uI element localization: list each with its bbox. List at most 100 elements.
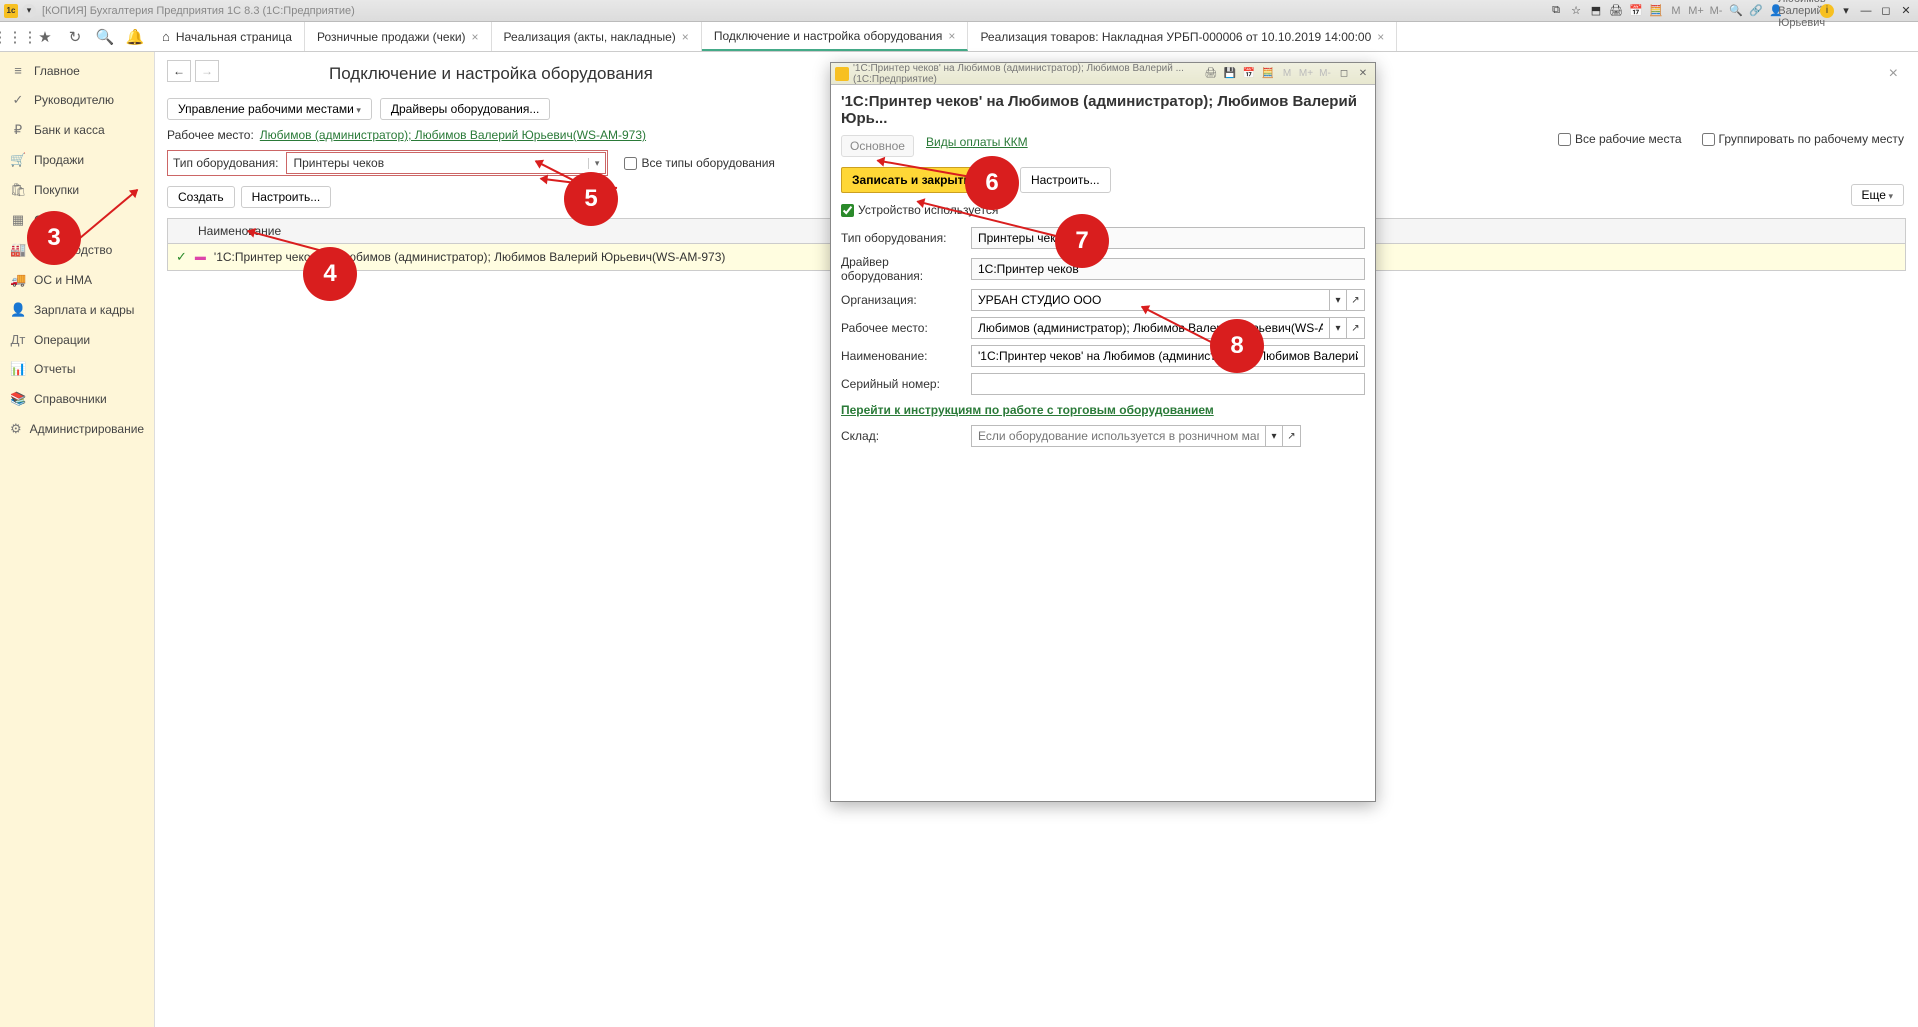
save-icon[interactable]: 💾	[1222, 67, 1238, 81]
drivers-button[interactable]: Драйверы оборудования...	[380, 98, 551, 120]
workplace-label: Рабочее место:	[167, 128, 254, 142]
serial-input[interactable]	[971, 373, 1365, 395]
close-icon[interactable]: ✕	[1355, 67, 1371, 81]
name-input[interactable]	[971, 345, 1365, 367]
dropdown-icon[interactable]: ▾	[1265, 425, 1283, 447]
warehouse-input[interactable]	[971, 425, 1265, 447]
tab-home[interactable]: ⌂ Начальная страница	[150, 22, 305, 51]
more-button[interactable]: Еще	[1851, 184, 1904, 206]
tab-main[interactable]: Основное	[841, 135, 914, 157]
sidebar-item-references[interactable]: 📚 Справочники	[0, 384, 154, 414]
driver-input[interactable]	[971, 258, 1365, 280]
print-icon[interactable]: 🖨	[1203, 67, 1219, 81]
main-toolbar: ⋮⋮⋮ ★ ↻ 🔍 🔔 ⌂ Начальная страница Розничн…	[0, 22, 1918, 52]
m-plus-label[interactable]: M+	[1688, 3, 1704, 19]
dropdown-icon[interactable]: ▾	[22, 4, 36, 18]
history-icon[interactable]: ↻	[60, 22, 90, 51]
star-icon[interactable]: ★	[30, 22, 60, 51]
dialog-titlebar[interactable]: '1С:Принтер чеков' на Любимов (администр…	[831, 63, 1375, 85]
gear-icon: ⚙	[10, 421, 22, 437]
dropdown-icon[interactable]: ▾	[1838, 3, 1854, 19]
tab-retail[interactable]: Розничные продажи (чеки) ×	[305, 22, 492, 51]
page-close-icon[interactable]: ×	[1889, 65, 1906, 83]
m-plus-icon[interactable]: M+	[1298, 67, 1314, 81]
all-types-checkbox[interactable]: Все типы оборудования	[624, 156, 774, 170]
workplace-input[interactable]	[971, 317, 1329, 339]
callout-3: 3	[27, 211, 81, 265]
info-icon[interactable]: i	[1820, 4, 1834, 18]
group-checkbox[interactable]: Группировать по рабочему месту	[1702, 132, 1904, 146]
calc-icon[interactable]: 🧮	[1648, 3, 1664, 19]
sidebar-item-label: Руководителю	[34, 93, 114, 107]
workplace-link[interactable]: Любимов (администратор); Любимов Валерий…	[260, 128, 646, 142]
app-title: [КОПИЯ] Бухгалтерия Предприятия 1С 8.3 (…	[42, 5, 1548, 17]
close-icon[interactable]: ×	[948, 29, 955, 43]
org-input[interactable]	[971, 289, 1329, 311]
maximize-icon[interactable]: ◻	[1878, 3, 1894, 19]
open-icon[interactable]: ↗	[1283, 425, 1301, 447]
callout-4: 4	[303, 247, 357, 301]
close-icon[interactable]: ×	[682, 30, 689, 44]
m-icon[interactable]: M	[1279, 67, 1295, 81]
instructions-link[interactable]: Перейти к инструкциям по работе с торгов…	[841, 403, 1365, 417]
warehouse-label: Склад:	[841, 429, 971, 443]
select-value: Принтеры чеков	[293, 156, 384, 170]
manage-workplaces-button[interactable]: Управление рабочими местами	[167, 98, 372, 120]
debit-icon: Дт	[10, 332, 26, 347]
sidebar-item-bank[interactable]: ₽Банк и касса	[0, 115, 154, 145]
dropdown-icon[interactable]: ▾	[1329, 289, 1347, 311]
minimize-icon[interactable]: —	[1858, 3, 1874, 19]
link-icon[interactable]: 🔗	[1748, 3, 1764, 19]
maximize-icon[interactable]: ◻	[1336, 67, 1352, 81]
tool-icon[interactable]: ⬒	[1588, 3, 1604, 19]
user-name[interactable]: Любимов Валерий Юрьевич	[1794, 3, 1810, 19]
books-icon: 📚	[10, 391, 26, 407]
bell-icon[interactable]: 🔔	[120, 22, 150, 51]
sidebar-item-manager[interactable]: ✓Руководителю	[0, 85, 154, 115]
tool-icon[interactable]: ☆	[1568, 3, 1584, 19]
report-icon: 📊	[10, 361, 26, 377]
sidebar-item-label: Справочники	[34, 392, 107, 406]
configure-button[interactable]: Настроить...	[1020, 167, 1111, 193]
nav-back-button[interactable]: ←	[167, 60, 191, 82]
close-icon[interactable]: ×	[1377, 30, 1384, 44]
configure-button[interactable]: Настроить...	[241, 186, 332, 208]
dropdown-icon[interactable]: ▾	[1329, 317, 1347, 339]
all-workplaces-checkbox[interactable]: Все рабочие места	[1558, 132, 1682, 146]
calendar-icon[interactable]: 📅	[1628, 3, 1644, 19]
sidebar-item-reports[interactable]: 📊Отчеты	[0, 354, 154, 384]
close-icon[interactable]: ✕	[1898, 3, 1914, 19]
nav-forward-button[interactable]: →	[195, 60, 219, 82]
sidebar-item-main[interactable]: ≡Главное	[0, 56, 154, 85]
home-icon: ⌂	[162, 29, 170, 44]
sidebar-item-label: Главное	[34, 64, 80, 78]
sidebar-item-sales[interactable]: 🛒Продажи	[0, 145, 154, 175]
m-minus-label[interactable]: M-	[1708, 3, 1724, 19]
m-label[interactable]: M	[1668, 3, 1684, 19]
sidebar-item-assets[interactable]: 🚚ОС и НМА	[0, 265, 154, 295]
search-icon[interactable]: 🔍	[90, 22, 120, 51]
sidebar-item-label: Администрирование	[30, 422, 144, 436]
create-button[interactable]: Создать	[167, 186, 235, 208]
page-title: Подключение и настройка оборудования	[329, 64, 653, 84]
tool-icon[interactable]: 🖨	[1608, 3, 1624, 19]
search-icon[interactable]: 🔍	[1728, 3, 1744, 19]
tab-equipment[interactable]: Подключение и настройка оборудования ×	[702, 22, 969, 51]
close-icon[interactable]: ×	[472, 30, 479, 44]
open-icon[interactable]: ↗	[1347, 317, 1365, 339]
tab-payment-types[interactable]: Виды оплаты ККМ	[926, 135, 1028, 157]
sidebar-item-admin[interactable]: ⚙ Администрирование	[0, 414, 154, 444]
open-icon[interactable]: ↗	[1347, 289, 1365, 311]
sidebar-item-salary[interactable]: 👤Зарплата и кадры	[0, 295, 154, 325]
m-minus-icon[interactable]: M-	[1317, 67, 1333, 81]
app-logo-icon	[835, 67, 849, 81]
sidebar-item-operations[interactable]: ДтОперации	[0, 325, 154, 354]
save-close-button[interactable]: Записать и закрыть	[841, 167, 982, 193]
tab-invoice[interactable]: Реализация товаров: Накладная УРБП-00000…	[968, 22, 1397, 51]
calc-icon[interactable]: 🧮	[1260, 67, 1276, 81]
calendar-icon[interactable]: 📅	[1241, 67, 1257, 81]
grid-icon[interactable]: ⋮⋮⋮	[0, 22, 30, 51]
tool-icon[interactable]: ⧉	[1548, 3, 1564, 19]
tab-realization[interactable]: Реализация (акты, накладные) ×	[492, 22, 702, 51]
callout-8: 8	[1210, 319, 1264, 373]
